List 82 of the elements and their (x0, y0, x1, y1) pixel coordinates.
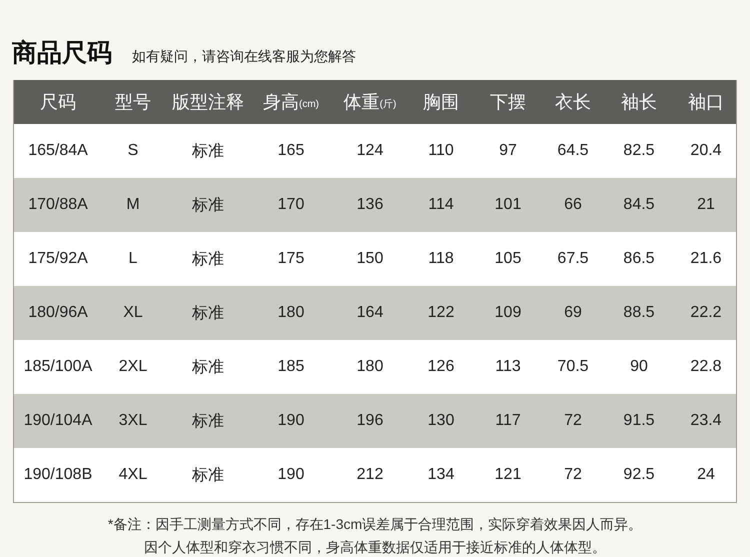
table-cell: 150 (330, 232, 410, 286)
table-cell: 22.2 (676, 286, 736, 340)
table-cell: 190/108B (14, 448, 102, 502)
column-header: 袖口 (676, 80, 736, 124)
table-cell: 64.5 (544, 124, 602, 178)
table-cell: 180 (330, 340, 410, 394)
table-cell: 136 (330, 178, 410, 232)
column-header: 型号 (102, 80, 164, 124)
table-cell: 69 (544, 286, 602, 340)
table-cell: 3XL (102, 394, 164, 448)
page-title: 商品尺码 (12, 38, 112, 68)
table-cell: 110 (410, 124, 472, 178)
table-cell: 185/100A (14, 340, 102, 394)
table-cell: 90 (602, 340, 676, 394)
table-cell: 标准 (164, 448, 252, 502)
table-cell: 66 (544, 178, 602, 232)
table-cell: 113 (472, 340, 544, 394)
table-cell: 标准 (164, 232, 252, 286)
table-cell: L (102, 232, 164, 286)
table-cell: 91.5 (602, 394, 676, 448)
table-cell: 82.5 (602, 124, 676, 178)
table-cell: 170/88A (14, 178, 102, 232)
table-cell: 130 (410, 394, 472, 448)
table-cell: XL (102, 286, 164, 340)
table-cell: 标准 (164, 340, 252, 394)
table-cell: 105 (472, 232, 544, 286)
table-cell: 121 (472, 448, 544, 502)
table-cell: 114 (410, 178, 472, 232)
table-cell: 2XL (102, 340, 164, 394)
table-cell: 109 (472, 286, 544, 340)
subtitle: 如有疑问，请咨询在线客服为您解答 (132, 47, 356, 66)
table-cell: 标准 (164, 286, 252, 340)
table-cell: M (102, 178, 164, 232)
table-cell: 122 (410, 286, 472, 340)
table-cell: 117 (472, 394, 544, 448)
table-cell: 180 (252, 286, 330, 340)
table-cell: 164 (330, 286, 410, 340)
table-cell: 23.4 (676, 394, 736, 448)
table-cell: 124 (330, 124, 410, 178)
table-cell: 标准 (164, 178, 252, 232)
table-cell: 175 (252, 232, 330, 286)
table-cell: 22.8 (676, 340, 736, 394)
table-cell: S (102, 124, 164, 178)
table-cell: 20.4 (676, 124, 736, 178)
table-cell: 88.5 (602, 286, 676, 340)
table-cell: 86.5 (602, 232, 676, 286)
column-header: 下摆 (472, 80, 544, 124)
table-cell: 165 (252, 124, 330, 178)
table-cell: 92.5 (602, 448, 676, 502)
table-cell: 84.5 (602, 178, 676, 232)
table-cell: 24 (676, 448, 736, 502)
table-cell: 67.5 (544, 232, 602, 286)
table-cell: 180/96A (14, 286, 102, 340)
table-cell: 134 (410, 448, 472, 502)
table-cell: 170 (252, 178, 330, 232)
table-cell: 标准 (164, 124, 252, 178)
table-cell: 101 (472, 178, 544, 232)
note-text: *备注：因手工测量方式不同，存在1-3cm误差属于合理范围，实际穿着效果因人而异。 (108, 515, 642, 534)
table-cell: 标准 (164, 394, 252, 448)
table-cell: 212 (330, 448, 410, 502)
table-cell: 165/84A (14, 124, 102, 178)
table-cell: 190/104A (14, 394, 102, 448)
table-cell: 126 (410, 340, 472, 394)
table-cell: 21 (676, 178, 736, 232)
table-cell: 72 (544, 394, 602, 448)
table-cell: 72 (544, 448, 602, 502)
column-header: 版型注释 (164, 80, 252, 124)
table-cell: 185 (252, 340, 330, 394)
table-cell: 4XL (102, 448, 164, 502)
column-header: 尺码 (14, 80, 102, 124)
table-cell: 97 (472, 124, 544, 178)
table-cell: 190 (252, 448, 330, 502)
table-cell: 70.5 (544, 340, 602, 394)
table-cell: 21.6 (676, 232, 736, 286)
table-cell: 118 (410, 232, 472, 286)
note-text: 因个人体型和穿衣习惯不同，身高体重数据仅适用于接近标准的人体体型。 (144, 538, 606, 557)
column-header: 衣长 (544, 80, 602, 124)
table-cell: 175/92A (14, 232, 102, 286)
table-cell: 196 (330, 394, 410, 448)
column-header: 袖长 (602, 80, 676, 124)
column-header: 胸围 (410, 80, 472, 124)
table-cell: 190 (252, 394, 330, 448)
